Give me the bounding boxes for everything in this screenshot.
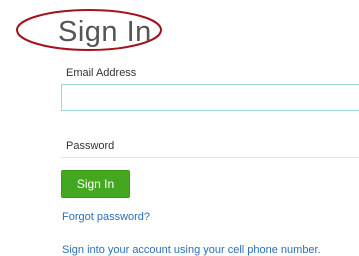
page-title-container: Sign In — [58, 8, 152, 56]
sign-in-button[interactable]: Sign In — [61, 170, 130, 198]
email-field[interactable] — [61, 84, 359, 111]
password-field[interactable] — [61, 157, 359, 158]
forgot-password-link[interactable]: Forgot password? — [62, 211, 150, 223]
phone-sign-in-link[interactable]: Sign into your account using your cell p… — [62, 244, 321, 256]
sign-in-page: Sign In Email Address Password Sign In F… — [0, 0, 359, 256]
page-title: Sign In — [58, 16, 152, 48]
email-label: Email Address — [66, 67, 137, 79]
password-label: Password — [66, 140, 115, 152]
